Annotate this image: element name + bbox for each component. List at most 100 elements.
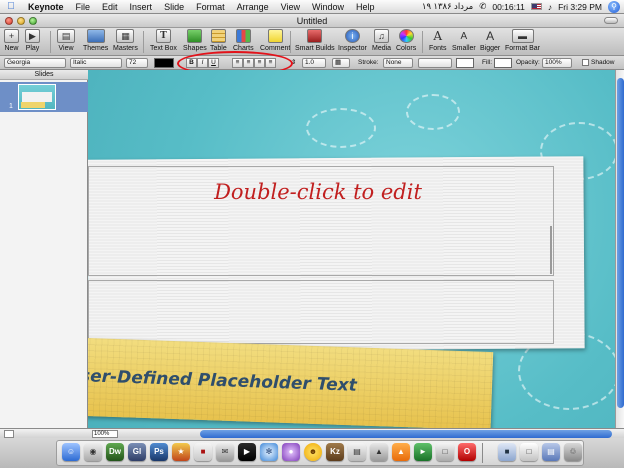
line-spacing-select[interactable]: 1.0 — [302, 58, 326, 68]
slide-canvas[interactable]: Double-click to edit ser-Defined Placeho… — [88, 70, 624, 428]
table-button[interactable]: Table — [210, 29, 227, 53]
play-button[interactable]: ▶ Play — [25, 29, 40, 53]
menu-format[interactable]: Format — [190, 0, 231, 14]
messenger-icon[interactable]: ☻ — [304, 443, 322, 461]
play-icon: ▶ — [25, 29, 40, 43]
photoshop-icon[interactable]: Ps — [150, 443, 168, 461]
comment-button[interactable]: Comment — [260, 29, 290, 53]
colors-button[interactable]: Colors — [396, 29, 416, 53]
fonts-button[interactable]: A Fonts — [429, 29, 447, 53]
phone-icon[interactable]: ✆ — [479, 1, 486, 12]
app-icon[interactable]: ● — [282, 443, 300, 461]
volume-icon[interactable]: ♪ — [548, 2, 552, 12]
charts-button[interactable]: Charts — [233, 29, 254, 53]
menu-edit[interactable]: Edit — [96, 0, 124, 14]
media-icon: ♫ — [374, 29, 390, 43]
columns-select[interactable]: ▦ — [332, 58, 350, 68]
text-box-label: Text Box — [150, 45, 177, 52]
app-icon[interactable]: ▤ — [348, 443, 366, 461]
bigger-label: Bigger — [480, 45, 501, 52]
placeholder-handle[interactable] — [550, 226, 552, 274]
shapes-button[interactable]: Shapes — [183, 29, 207, 53]
format-bar-button[interactable]: ▬ Format Bar — [505, 29, 540, 53]
body-placeholder-box[interactable] — [88, 280, 554, 344]
stroke-style-select[interactable] — [418, 58, 452, 68]
apple-menu-icon[interactable]:  — [0, 1, 22, 12]
opera-icon[interactable]: O — [458, 443, 476, 461]
input-flag-icon[interactable] — [530, 3, 542, 10]
vlc-icon[interactable]: ▲ — [392, 443, 410, 461]
themes-button[interactable]: Themes — [83, 29, 108, 53]
media-app-icon[interactable]: ▶ — [238, 443, 256, 461]
app-icon[interactable]: □ — [436, 443, 454, 461]
toolbar-toggle-button[interactable] — [604, 17, 618, 24]
inspector-button[interactable]: i Inspector — [338, 29, 367, 53]
media-button[interactable]: ♫ Media — [372, 29, 391, 53]
menu-slide[interactable]: Slide — [158, 0, 190, 14]
menu-arrange[interactable]: Arrange — [231, 0, 275, 14]
navigator-toggle-button[interactable] — [4, 430, 14, 438]
font-size-select[interactable]: 72 — [126, 58, 148, 68]
vertical-scrollbar[interactable] — [615, 70, 624, 428]
slide-thumbnail[interactable] — [18, 84, 56, 110]
calendar-icon[interactable]: ■ — [194, 443, 212, 461]
shapes-label: Shapes — [183, 45, 207, 52]
finder-icon[interactable]: ☺ — [62, 443, 80, 461]
bigger-button[interactable]: A Bigger — [480, 29, 500, 53]
trash-icon[interactable]: ♲ — [564, 443, 582, 461]
colors-label: Colors — [396, 45, 417, 52]
format-bar-icon: ▬ — [511, 29, 534, 43]
format-bar: Georgia Italic 72 B I U ≡ ≡ ≡ ≡ ⇕ 1.0 ▦ … — [0, 56, 624, 70]
menu-help[interactable]: Help — [350, 0, 381, 14]
new-button[interactable]: + New — [4, 29, 19, 53]
persian-date[interactable]: ۱۹ مرداد ۱۳۸۶ — [422, 1, 473, 12]
shadow-checkbox[interactable] — [582, 59, 589, 66]
fill-color-well[interactable] — [494, 58, 512, 68]
dreamweaver-icon[interactable]: Dw — [106, 443, 124, 461]
menu-view[interactable]: View — [275, 0, 306, 14]
color-wheel-icon — [398, 29, 414, 43]
shapes-icon — [187, 29, 203, 43]
stroke-select[interactable]: None — [383, 58, 413, 68]
kazaa-icon[interactable]: Kz — [326, 443, 344, 461]
opacity-field[interactable]: 100% — [542, 58, 572, 68]
text-box-button[interactable]: T Text Box — [150, 29, 177, 53]
stroke-color-well[interactable] — [456, 58, 474, 68]
horizontal-scroll-thumb[interactable] — [200, 430, 612, 438]
app-icon[interactable]: ► — [414, 443, 432, 461]
font-family-select[interactable]: Georgia — [4, 58, 66, 68]
smaller-button[interactable]: A Smaller — [452, 29, 476, 53]
mail-icon[interactable]: ✉ — [216, 443, 234, 461]
applications-folder-icon[interactable]: ■ — [498, 443, 516, 461]
spotlight-icon[interactable]: ⚲ — [608, 0, 620, 13]
view-button[interactable]: ▤ View — [57, 29, 75, 53]
placeholder-text[interactable]: Double-click to edit — [148, 180, 488, 204]
menu-window[interactable]: Window — [306, 0, 350, 14]
menu-file[interactable]: File — [70, 0, 97, 14]
menubar-day-time[interactable]: Fri 3:29 PM — [558, 2, 602, 12]
vertical-scroll-thumb[interactable] — [617, 78, 624, 408]
close-button[interactable] — [5, 17, 13, 25]
text-color-well[interactable] — [154, 58, 174, 68]
menubar-clock[interactable]: 00:16:11 — [492, 2, 524, 12]
menu-insert[interactable]: Insert — [124, 0, 159, 14]
toolbar-divider — [290, 31, 291, 53]
minimize-button[interactable] — [17, 17, 25, 25]
menu-keynote[interactable]: Keynote — [22, 0, 70, 14]
zoom-select[interactable]: 100% — [92, 430, 118, 438]
menu-bar:  Keynote File Edit Insert Slide Format … — [0, 0, 624, 14]
gl-app-icon[interactable]: Gl — [128, 443, 146, 461]
shadow-label: Shadow — [591, 59, 615, 66]
fonts-label: Fonts — [429, 45, 447, 52]
app-icon[interactable]: ▲ — [370, 443, 388, 461]
window-icon[interactable]: ▤ — [542, 443, 560, 461]
app-icon[interactable]: ★ — [172, 443, 190, 461]
comment-label: Comment — [260, 45, 291, 52]
smart-builds-button[interactable]: Smart Builds — [295, 29, 335, 53]
document-icon[interactable]: □ — [520, 443, 538, 461]
masters-button[interactable]: ▦ Masters — [113, 29, 138, 53]
safari-icon[interactable]: ✻ — [260, 443, 278, 461]
font-style-select[interactable]: Italic — [70, 58, 122, 68]
zoom-button[interactable] — [29, 17, 37, 25]
preview-icon[interactable]: ◉ — [84, 443, 102, 461]
